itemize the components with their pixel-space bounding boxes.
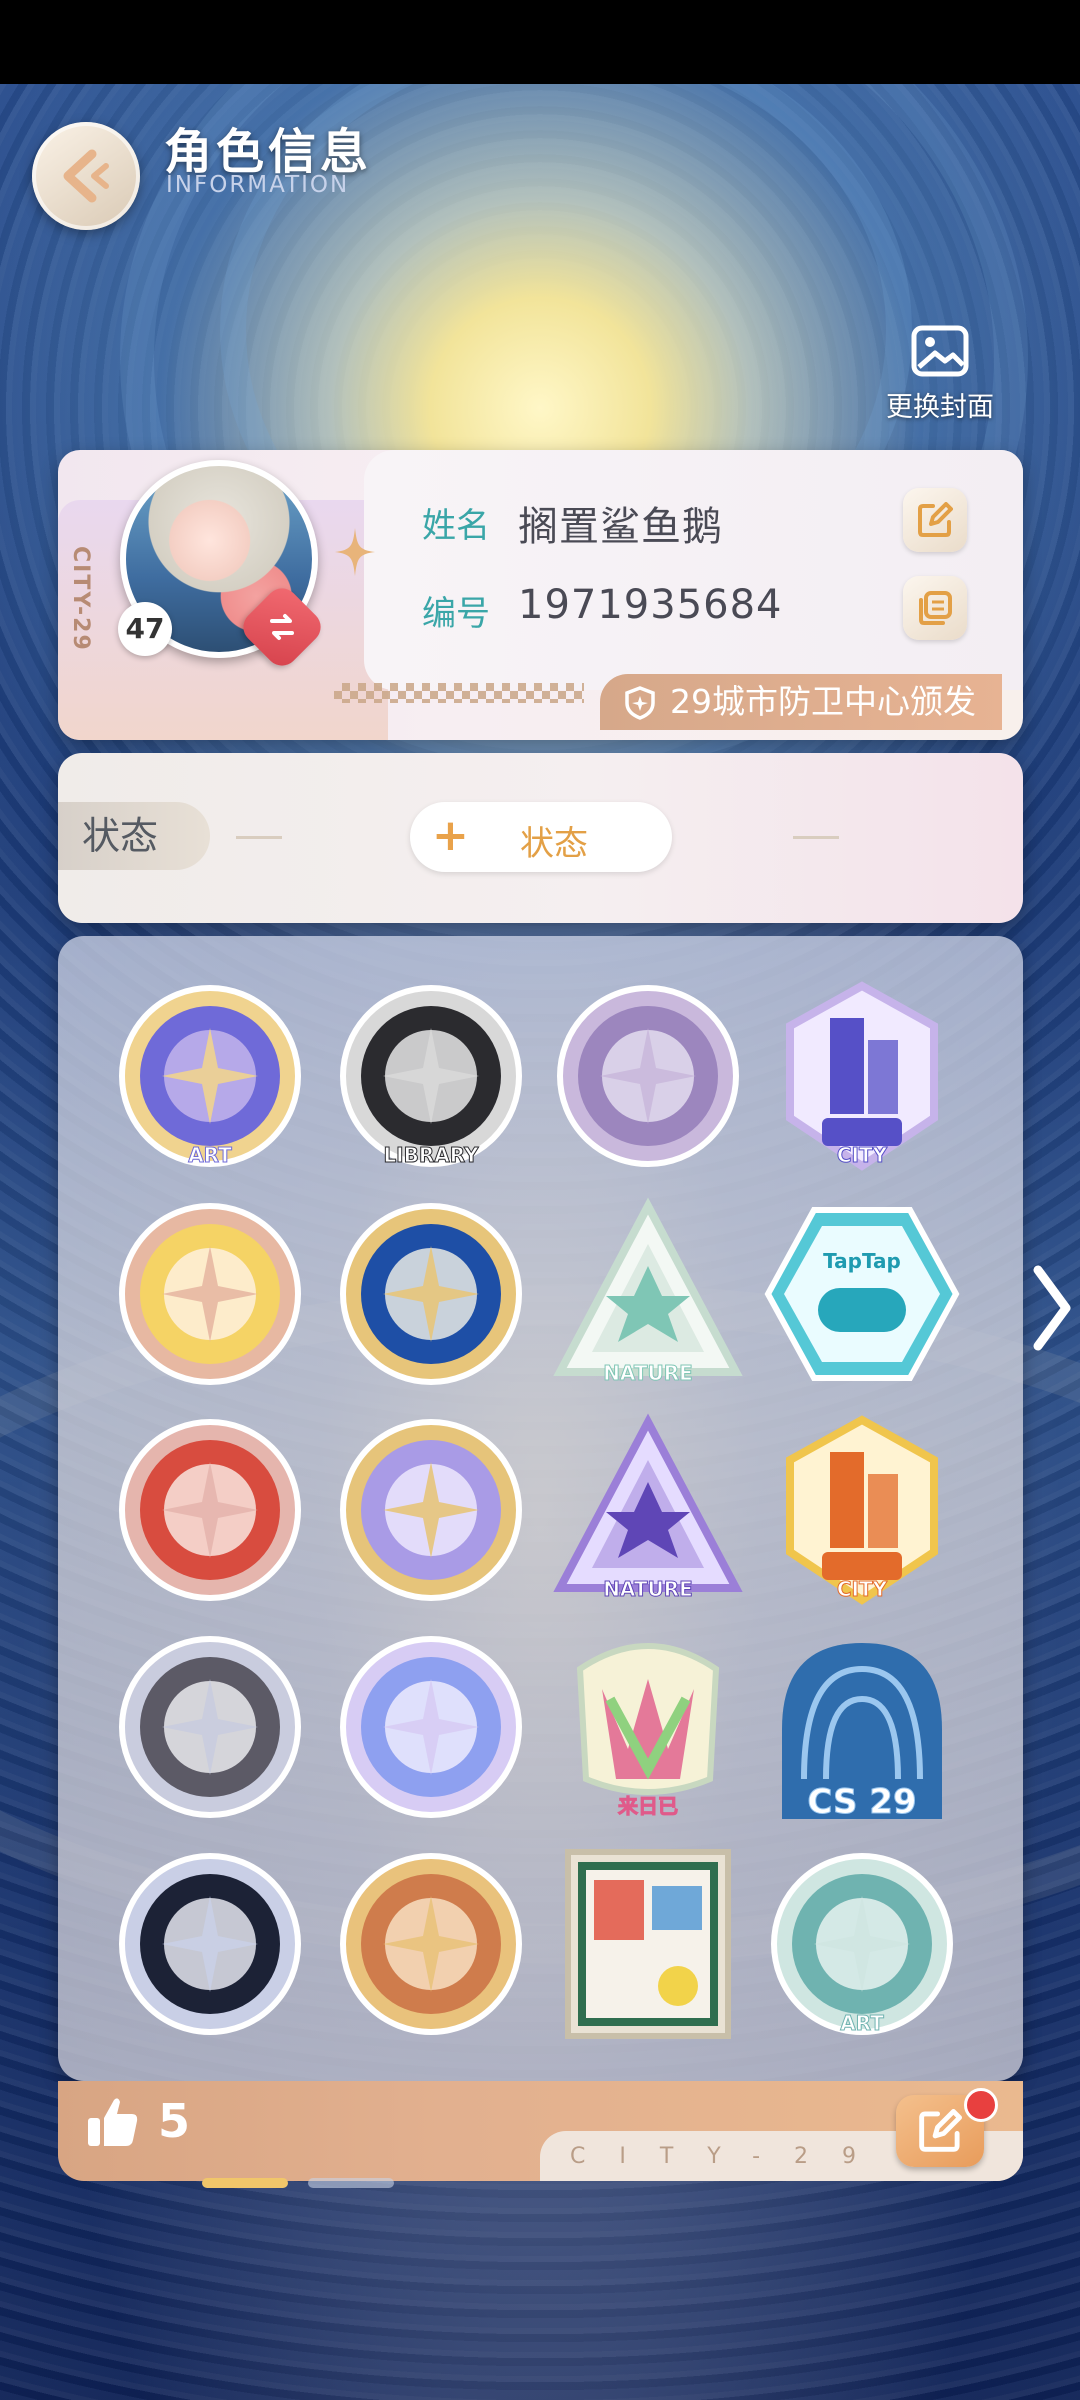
svg-text:CITY: CITY	[837, 1143, 888, 1167]
copy-icon	[919, 591, 952, 625]
edit-name-button[interactable]	[903, 488, 967, 552]
compass-badge-blue[interactable]	[333, 1196, 529, 1392]
id-value: 1971935684	[518, 582, 783, 628]
portrait-badge-redhair[interactable]	[112, 1412, 308, 1608]
nature-forest-badge[interactable]	[550, 978, 746, 1174]
art-badge-teal[interactable]: ART	[764, 1846, 960, 2042]
name-value: 搁置鲨鱼鹅	[518, 504, 723, 550]
nature-leaf-badge-white[interactable]: NATURE	[550, 1196, 746, 1392]
change-cover-label: 更换封面	[886, 392, 994, 423]
thumbs-up-icon[interactable]	[82, 2092, 142, 2152]
hands-badge[interactable]: 来日已	[550, 1629, 746, 1825]
like-count: 5	[158, 2094, 191, 2148]
svg-text:CITY: CITY	[837, 1577, 888, 1601]
issuer-text: 29城市防卫中心颁发	[670, 682, 976, 721]
footer-city-text: CITY-29	[570, 2144, 891, 2169]
city-badge-orange[interactable]: CITY	[764, 1412, 960, 1608]
portrait-badge-blonde[interactable]	[112, 1196, 308, 1392]
taptap-badge[interactable]: TapTap	[764, 1196, 960, 1392]
compass-badge-holo[interactable]	[333, 1629, 529, 1825]
nature-leaf-badge-purple[interactable]: NATURE	[550, 1412, 746, 1608]
plus-icon: +	[432, 810, 469, 861]
compass-badge-gold[interactable]	[333, 1846, 529, 2042]
page-indicator[interactable]	[308, 2178, 394, 2188]
status-tag: 状态	[58, 802, 210, 870]
svg-text:NATURE: NATURE	[603, 1577, 693, 1601]
svg-text:LIBRARY: LIBRARY	[383, 1143, 479, 1167]
svg-text:ART: ART	[188, 1143, 232, 1167]
change-cover-button[interactable]: 更换封面	[880, 325, 1000, 425]
issuer-banner: 29城市防卫中心颁发	[600, 674, 1002, 730]
portrait-badge-boy[interactable]	[112, 1846, 308, 2042]
city-tag: CITY-29	[68, 546, 93, 652]
edit-icon	[918, 502, 953, 537]
divider	[793, 836, 839, 839]
svg-text:NATURE: NATURE	[603, 1361, 693, 1385]
compass-badge-purple[interactable]	[333, 1412, 529, 1608]
copy-id-button[interactable]	[903, 576, 967, 640]
sparkle-icon	[335, 528, 375, 576]
svg-text:ART: ART	[840, 2011, 884, 2035]
divider	[236, 836, 282, 839]
add-status-button[interactable]: + 状态	[410, 802, 672, 872]
back-arrow-icon	[63, 149, 109, 203]
swap-icon	[270, 614, 294, 640]
svg-text:TapTap: TapTap	[823, 1249, 901, 1273]
level-badge: 47	[118, 602, 172, 656]
image-icon	[911, 325, 969, 377]
cs29-badge[interactable]: CS 29	[764, 1629, 960, 1825]
edit-icon	[919, 2109, 962, 2152]
id-label: 编号	[422, 594, 490, 634]
name-label: 姓名	[422, 506, 490, 546]
city-badge-purple[interactable]: CITY	[764, 978, 960, 1174]
next-page-arrow-icon[interactable]	[1030, 1262, 1074, 1354]
shield-icon	[625, 686, 655, 720]
art-badge-purple[interactable]: ART	[112, 978, 308, 1174]
svg-text:来日已: 来日已	[617, 1794, 678, 1818]
page-subtitle: INFORMATION	[166, 172, 350, 198]
library-badge[interactable]: LIBRARY	[333, 978, 529, 1174]
back-button[interactable]	[32, 122, 140, 230]
status-bar	[0, 0, 1080, 84]
page-indicator-active[interactable]	[202, 2178, 288, 2188]
checker-decoration	[334, 683, 584, 703]
svg-text:CS 29: CS 29	[807, 1782, 916, 1822]
painting-frame-badge[interactable]	[550, 1846, 746, 2042]
add-status-label: 状态	[520, 824, 588, 864]
notification-dot	[964, 2088, 998, 2122]
portrait-badge-glasses[interactable]	[112, 1629, 308, 1825]
